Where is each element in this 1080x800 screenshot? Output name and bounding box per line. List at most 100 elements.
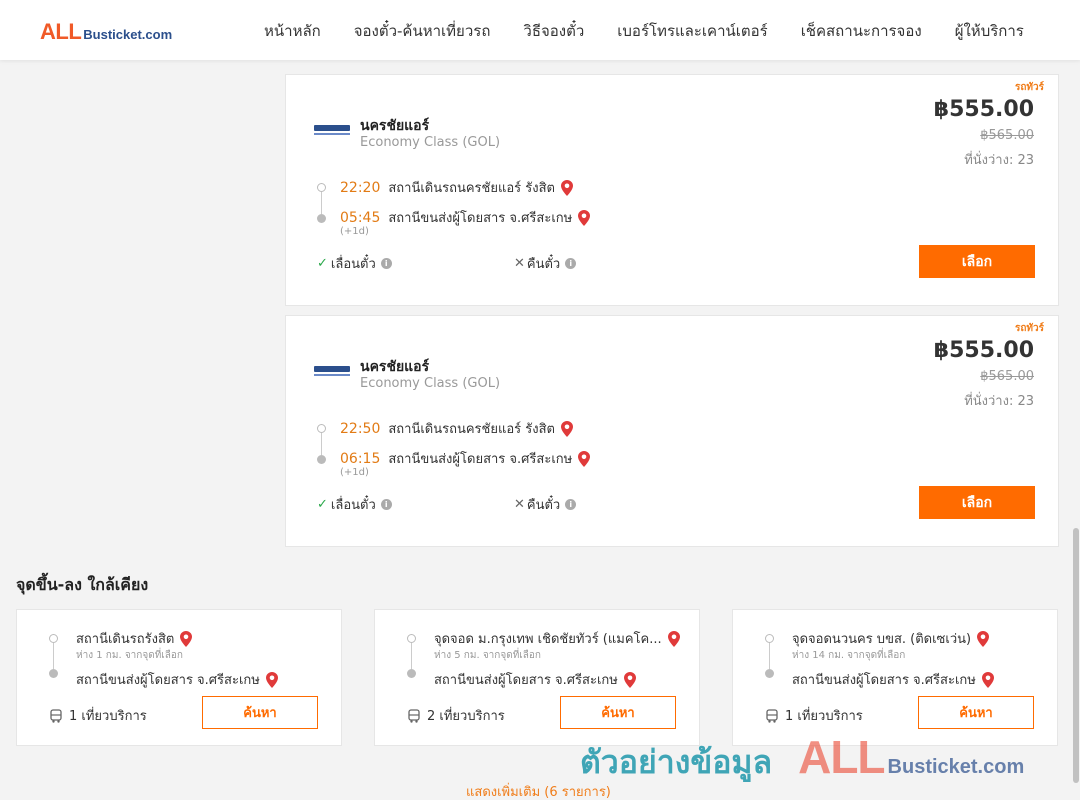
map-pin-icon[interactable] <box>667 630 680 647</box>
route-timeline <box>765 634 775 678</box>
route-timeline <box>49 634 59 678</box>
vehicle-type-badge: รถทัวร์ <box>1014 82 1044 93</box>
scrollbar-thumb[interactable] <box>1073 528 1079 783</box>
departure-time: 22:50 <box>340 420 381 437</box>
nearby-trips-count: 2 เที่ยวบริการ <box>427 709 505 724</box>
reschedule-label: เลื่อนตั๋ว <box>330 257 376 272</box>
next-day-label: (+1d) <box>340 226 369 237</box>
nearby-from: จุดจอดนวนคร บขส. (ติดเซเว่น) <box>792 628 990 649</box>
nearby-distance: ห่าง 14 กม. จากจุดที่เลือก <box>792 650 906 661</box>
info-icon[interactable]: i <box>565 258 577 269</box>
nearby-trips: 1 เที่ยวบริการ <box>49 705 147 726</box>
nearby-trips: 2 เที่ยวบริการ <box>407 705 505 726</box>
arrival-station: สถานีขนส่งผู้โดยสาร จ.ศรีสะเกษ <box>388 211 573 226</box>
seats-available: ที่นั่งว่าง: 23 <box>964 394 1034 409</box>
page-scrollbar[interactable] <box>1072 60 1080 800</box>
nav-operators[interactable]: ผู้ให้บริการ <box>955 19 1024 43</box>
arrival-time: 06:15 <box>340 450 381 467</box>
logo-all-text: ALL <box>40 19 82 44</box>
nav-phone-counter[interactable]: เบอร์โทรและเคาน์เตอร์ <box>617 19 767 43</box>
route-timeline <box>407 634 417 678</box>
main-nav: หน้าหลัก จองตั๋ว-ค้นหาเที่ยวรถ วิธีจองตั… <box>264 19 1057 43</box>
map-pin-icon[interactable] <box>265 671 278 688</box>
map-pin-icon[interactable] <box>561 420 573 437</box>
nearby-trips: 1 เที่ยวบริการ <box>765 705 863 726</box>
map-pin-icon[interactable] <box>578 209 591 226</box>
nearby-to: สถานีขนส่งผู้โดยสาร จ.ศรีสะเกษ <box>792 669 994 690</box>
watermark-logo-all: ALL <box>798 731 885 783</box>
departure-station: สถานีเดินรถนครชัยแอร์ รังสิต <box>388 181 555 196</box>
departure-station: สถานีเดินรถนครชัยแอร์ รังสิต <box>388 422 555 437</box>
logo-busticket-text: Busticket.com <box>83 27 173 42</box>
nearby-search-button[interactable]: ค้นหา <box>202 696 318 729</box>
map-pin-icon[interactable] <box>623 671 636 688</box>
map-pin-icon[interactable] <box>977 630 990 647</box>
route-timeline <box>317 424 327 464</box>
nearby-card: จุดจอดนวนคร บขส. (ติดเซเว่น) ห่าง 14 กม.… <box>732 609 1058 746</box>
nearby-to: สถานีขนส่งผู้โดยสาร จ.ศรีสะเกษ <box>76 669 278 690</box>
nearby-to-station: สถานีขนส่งผู้โดยสาร จ.ศรีสะเกษ <box>792 673 976 688</box>
arrival-stop: 06:15 สถานีขนส่งผู้โดยสาร จ.ศรีสะเกษ <box>340 448 591 469</box>
nearby-section-title: จุดขึ้น-ลง ใกล้เคียง <box>16 575 149 594</box>
nearby-to-station: สถานีขนส่งผู้โดยสาร จ.ศรีสะเกษ <box>434 673 618 688</box>
route-timeline <box>317 183 327 223</box>
refund-option: ✕ คืนตั๋ว i <box>514 253 577 274</box>
reschedule-option: ✓ เลื่อนตั๋ว i <box>317 494 392 515</box>
nearby-distance: ห่าง 1 กม. จากจุดที่เลือก <box>76 650 183 661</box>
nearby-from: สถานีเดินรถรังสิต <box>76 628 193 649</box>
departure-stop: 22:20 สถานีเดินรถนครชัยแอร์ รังสิต <box>340 177 573 198</box>
nearby-from-station: จุดจอด ม.กรุงเทพ เชิดชัยทัวร์ (แมคโค... <box>434 632 662 647</box>
nearby-search-button[interactable]: ค้นหา <box>918 696 1034 729</box>
seat-class: Economy Class (GOL) <box>360 135 501 150</box>
nearby-from-station: จุดจอดนวนคร บขส. (ติดเซเว่น) <box>792 632 972 647</box>
watermark-logo-rest: Busticket.com <box>887 756 1025 778</box>
nearby-distance: ห่าง 5 กม. จากจุดที่เลือก <box>434 650 541 661</box>
refund-option: ✕ คืนตั๋ว i <box>514 494 577 515</box>
top-header: ALL Busticket.com หน้าหลัก จองตั๋ว-ค้นหา… <box>0 0 1080 60</box>
cross-icon: ✕ <box>514 497 525 512</box>
bus-icon <box>408 708 420 723</box>
seats-available: ที่นั่งว่าง: 23 <box>964 153 1034 168</box>
map-pin-icon[interactable] <box>561 179 573 196</box>
check-icon: ✓ <box>317 497 328 512</box>
nearby-from: จุดจอด ม.กรุงเทพ เชิดชัยทัวร์ (แมคโค... <box>434 628 680 649</box>
map-pin-icon[interactable] <box>578 450 591 467</box>
nearby-card: สถานีเดินรถรังสิต ห่าง 1 กม. จากจุดที่เล… <box>16 609 342 746</box>
watermark-text: ตัวอย่างข้อมูล <box>580 743 773 781</box>
site-logo[interactable]: ALL Busticket.com <box>40 19 172 45</box>
arrival-time: 05:45 <box>340 209 381 226</box>
check-icon: ✓ <box>317 256 328 271</box>
nearby-trips-count: 1 เที่ยวบริการ <box>785 709 863 724</box>
arrival-stop: 05:45 สถานีขนส่งผู้โดยสาร จ.ศรีสะเกษ <box>340 207 591 228</box>
nav-check-booking[interactable]: เช็คสถานะการจอง <box>801 19 922 43</box>
reschedule-option: ✓ เลื่อนตั๋ว i <box>317 253 392 274</box>
original-price: ฿565.00 <box>980 128 1034 143</box>
operator-logo <box>314 366 350 380</box>
map-pin-icon[interactable] <box>180 630 193 647</box>
select-trip-button[interactable]: เลือก <box>919 486 1035 519</box>
nearby-search-button[interactable]: ค้นหา <box>560 696 676 729</box>
bus-icon <box>50 708 62 723</box>
info-icon[interactable]: i <box>380 258 392 269</box>
price: ฿555.00 <box>933 97 1034 122</box>
original-price: ฿565.00 <box>980 369 1034 384</box>
seat-class: Economy Class (GOL) <box>360 376 501 391</box>
nearby-to-station: สถานีขนส่งผู้โดยสาร จ.ศรีสะเกษ <box>76 673 260 688</box>
refund-label: คืนตั๋ว <box>526 498 561 513</box>
info-icon[interactable]: i <box>565 499 577 510</box>
select-trip-button[interactable]: เลือก <box>919 245 1035 278</box>
arrival-station: สถานีขนส่งผู้โดยสาร จ.ศรีสะเกษ <box>388 452 573 467</box>
next-day-label: (+1d) <box>340 467 369 478</box>
info-icon[interactable]: i <box>380 499 392 510</box>
departure-time: 22:20 <box>340 179 381 196</box>
nav-how-to-book[interactable]: วิธีจองตั๋ว <box>523 19 584 43</box>
nav-home[interactable]: หน้าหลัก <box>264 19 321 43</box>
vehicle-type-badge: รถทัวร์ <box>1014 323 1044 334</box>
map-pin-icon[interactable] <box>981 671 994 688</box>
trip-card: นครชัยแอร์ Economy Class (GOL) รถทัวร์ ฿… <box>285 74 1059 306</box>
nearby-from-station: สถานีเดินรถรังสิต <box>76 632 175 647</box>
operator-name: นครชัยแอร์ <box>360 118 430 134</box>
operator-name: นครชัยแอร์ <box>360 359 430 375</box>
operator-logo <box>314 125 350 139</box>
nav-book-search[interactable]: จองตั๋ว-ค้นหาเที่ยวรถ <box>354 19 491 43</box>
